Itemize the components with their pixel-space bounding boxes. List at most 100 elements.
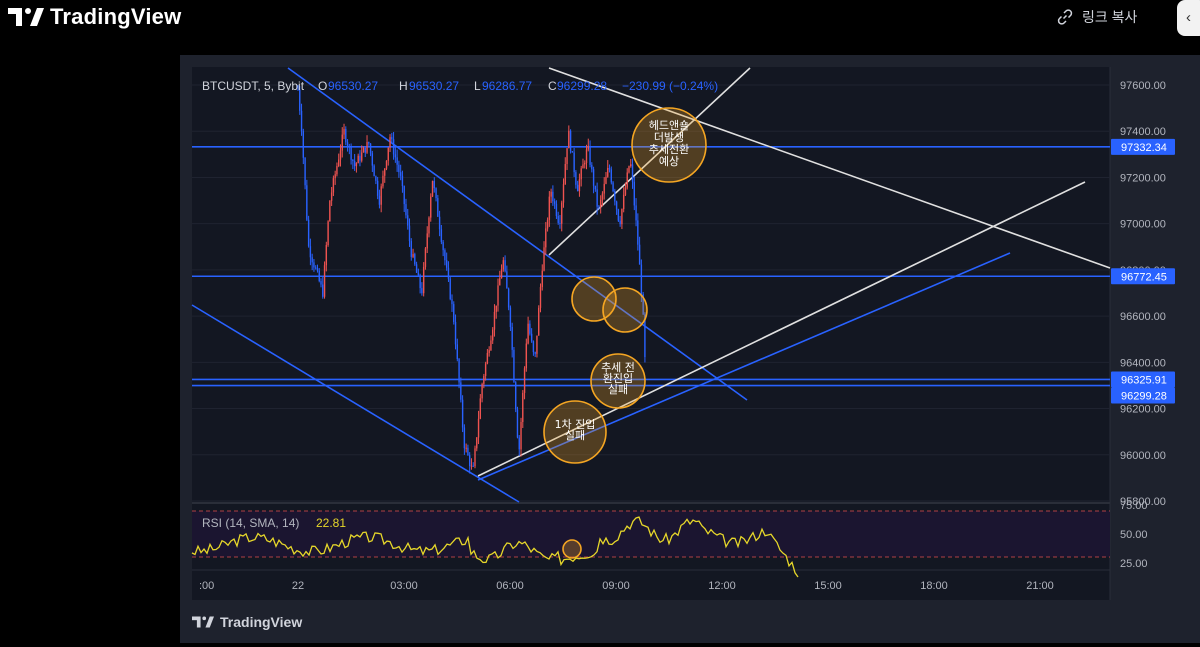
candle-body	[468, 455, 471, 467]
price-tick-label: 97400.00	[1120, 126, 1166, 138]
candle-body	[562, 184, 565, 203]
candle-body	[633, 181, 635, 206]
time-tick-label: 12:00	[708, 580, 736, 592]
candle-body	[594, 185, 597, 190]
candle-body	[467, 447, 469, 456]
candle-body	[440, 229, 443, 242]
candle-body	[460, 382, 462, 400]
candle-body	[327, 221, 329, 246]
candle-body	[476, 437, 478, 449]
candle-body	[339, 150, 342, 160]
time-tick-label: 09:00	[602, 580, 630, 592]
time-tick-label: :00	[199, 580, 214, 592]
candle-body	[408, 225, 411, 242]
candle-body	[484, 363, 487, 376]
candle-body	[472, 465, 474, 467]
price-level-badge-label: 97332.34	[1121, 142, 1167, 154]
candle-body	[566, 148, 568, 165]
candle-body	[585, 149, 588, 163]
price-tick-label: 96400.00	[1120, 357, 1166, 369]
candle-body	[453, 304, 455, 322]
close-value: 96299.28	[557, 79, 607, 93]
candle-body	[580, 168, 582, 180]
candle-body	[530, 333, 533, 342]
candle-body	[541, 270, 543, 288]
candle-body	[607, 168, 609, 177]
candle-body	[375, 176, 377, 181]
candle-body	[470, 465, 473, 467]
candle-body	[635, 205, 637, 221]
candle-body	[417, 272, 420, 276]
candle-body	[488, 350, 490, 353]
candle-body	[568, 130, 570, 149]
rsi-annotation-circle[interactable]	[562, 539, 582, 559]
candle-body	[401, 175, 404, 187]
candle-body	[571, 151, 574, 153]
low-value: 96286.77	[482, 79, 532, 93]
candle-body	[445, 260, 448, 268]
candle-body	[477, 418, 480, 438]
candle-body	[336, 166, 338, 175]
candle-body	[384, 168, 386, 176]
candle-body	[424, 248, 427, 267]
candle-body	[362, 147, 365, 153]
time-tick-label: 21:00	[1026, 580, 1054, 592]
price-chart[interactable]: 헤드앤숄더발생추세전환예상추세 전환진입실패1차 진입실패 97600.0097…	[0, 0, 1200, 647]
price-level-badge-label: 96772.45	[1121, 271, 1167, 283]
candle-body	[516, 409, 519, 438]
footer-brand[interactable]: TradingView	[192, 614, 302, 630]
candle-body	[422, 266, 425, 294]
candle-body	[334, 174, 336, 179]
candle-body	[382, 175, 384, 187]
candle-body	[545, 228, 547, 248]
candle-body	[300, 110, 303, 132]
candle-body	[619, 220, 621, 225]
rsi-legend-value: 22.81	[316, 516, 346, 530]
annotation-text: 실패	[565, 429, 585, 442]
candle-body	[364, 147, 366, 153]
candle-body	[626, 172, 628, 188]
candle-body	[407, 215, 409, 226]
candle-body	[428, 217, 430, 234]
rsi-tick-label: 75.00	[1120, 500, 1148, 512]
candle-body	[495, 305, 497, 312]
candle-body	[534, 352, 536, 354]
candle-body	[313, 262, 315, 268]
candle-body	[628, 166, 630, 173]
candle-body	[442, 241, 444, 251]
candle-body	[454, 321, 457, 345]
candle-body	[500, 269, 503, 279]
time-tick-label: 06:00	[496, 580, 524, 592]
candle-body	[525, 343, 528, 369]
candle-body	[575, 172, 577, 185]
candle-body	[486, 352, 489, 364]
candle-body	[318, 270, 320, 282]
price-tick-label: 97600.00	[1120, 80, 1166, 92]
candle-body	[552, 191, 554, 202]
candle-body	[592, 169, 595, 186]
candle-body	[622, 194, 625, 210]
candle-body	[465, 447, 467, 449]
candle-body	[603, 183, 605, 194]
tradingview-logo-icon	[192, 616, 214, 628]
annotation-text: 실패	[608, 383, 628, 396]
price-tick-label: 97000.00	[1120, 219, 1166, 231]
candle-body	[431, 180, 434, 197]
candle-body	[325, 245, 328, 266]
candle-body	[369, 143, 372, 154]
candle-body	[371, 153, 374, 166]
candle-body	[398, 164, 400, 173]
candle-body	[385, 160, 388, 169]
candle-body	[513, 349, 515, 383]
candle-body	[550, 191, 552, 197]
annotation-circle[interactable]	[602, 287, 648, 333]
candle-body	[515, 382, 517, 410]
candle-body	[504, 260, 506, 272]
candle-body	[309, 246, 312, 258]
candle-body	[419, 275, 421, 289]
candle-body	[587, 145, 589, 150]
candle-body	[405, 204, 407, 216]
candle-body	[387, 147, 389, 161]
candle-body	[502, 260, 505, 270]
candle-body	[338, 159, 340, 167]
